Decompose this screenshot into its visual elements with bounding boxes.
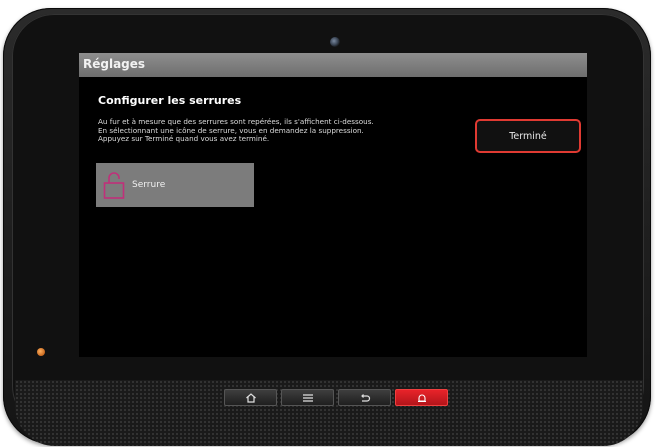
padlock-open-icon (103, 170, 125, 204)
lock-item[interactable]: Serrure (96, 163, 254, 207)
camera-icon (330, 37, 340, 47)
instructions-text: Au fur et à mesure que des serrures sont… (98, 117, 478, 144)
instructions-line: Appuyez sur Terminé quand vous avez term… (98, 134, 270, 144)
touchscreen: Réglages Configurer les serrures Au fur … (79, 53, 587, 357)
status-led-icon (37, 348, 45, 356)
page-title: Réglages (83, 57, 146, 71)
alarm-button[interactable] (395, 389, 448, 406)
home-icon (245, 388, 257, 407)
menu-icon (302, 388, 314, 407)
lock-item-label: Serrure (132, 180, 166, 190)
title-bar: Réglages (79, 53, 587, 77)
back-button[interactable] (338, 389, 391, 406)
section-heading: Configurer les serrures (98, 94, 242, 107)
home-button[interactable] (224, 389, 277, 406)
menu-button[interactable] (281, 389, 334, 406)
alarm-icon (416, 388, 428, 407)
hardware-button-bar (224, 389, 450, 406)
done-button[interactable]: Terminé (475, 119, 581, 153)
back-icon (359, 388, 371, 407)
